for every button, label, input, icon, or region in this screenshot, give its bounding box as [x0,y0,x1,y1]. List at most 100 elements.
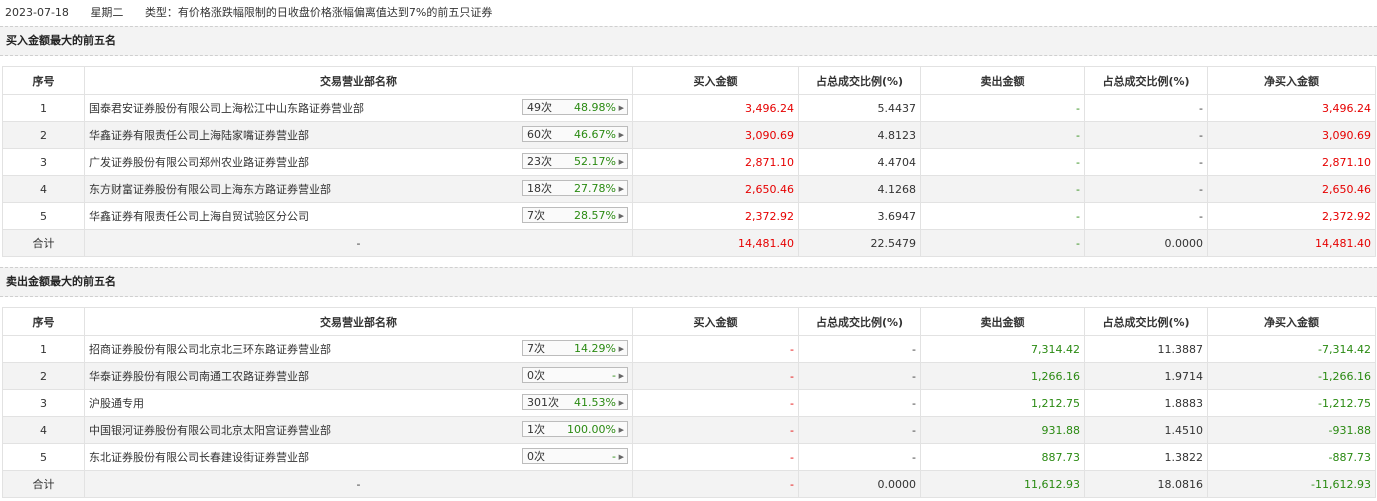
buy-table: 序号 交易营业部名称 买入金额 占总成交比例(%) 卖出金额 占总成交比例(%)… [2,66,1376,257]
row-seq: 4 [2,416,85,444]
total-sell-amount: 11,612.93 [920,470,1085,498]
count-times: 1次 [527,423,545,436]
header-bar: 2023-07-18 星期二 类型：有价格涨跌幅限制的日收盘价格涨幅偏离值达到7… [0,0,1377,26]
net-buy-amount: -887.73 [1207,443,1376,471]
branch-name[interactable]: 沪股通专用 [89,395,144,411]
count-times: 23次 [527,155,552,168]
row-seq: 3 [2,389,85,417]
total-net-buy: 14,481.40 [1207,229,1376,257]
table-row: 2 华鑫证券有限责任公司上海陆家嘴证券营业部 60次 46.67% ▶ 3,090.69 4… [2,121,1376,149]
row-seq: 4 [2,175,85,203]
row-seq: 2 [2,362,85,390]
total-sell-ratio: 0.0000 [1084,229,1208,257]
branch-name[interactable]: 中国银河证券股份有限公司北京太阳宫证券营业部 [89,422,331,438]
sell-ratio: - [1084,175,1208,203]
sell-ratio: 1.4510 [1084,416,1208,444]
branch-name[interactable]: 广发证券股份有限公司郑州农业路证券营业部 [89,154,309,170]
net-buy-amount: 2,871.10 [1207,148,1376,176]
col-buy-amount: 买入金额 [632,66,799,95]
buy-amount: - [632,389,799,417]
buy-amount: 2,650.46 [632,175,799,203]
branch-cell: 华泰证券股份有限公司南通工农路证券营业部 0次 - ▶ [84,362,633,390]
caret-right-icon: ▶ [618,158,624,166]
branch-name[interactable]: 华鑫证券有限责任公司上海自贸试验区分公司 [89,208,309,224]
branch-name[interactable]: 东方财富证券股份有限公司上海东方路证券营业部 [89,181,331,197]
count-rate: 41.53% [574,396,616,409]
sell-ratio: 11.3887 [1084,335,1208,363]
branch-name[interactable]: 国泰君安证券股份有限公司上海松江中山东路证券营业部 [89,100,364,116]
branch-cell: 国泰君安证券股份有限公司上海松江中山东路证券营业部 49次 48.98% ▶ [84,94,633,122]
date-label: 2023-07-18 [5,6,69,19]
history-count-dropdown[interactable]: 18次 27.78% ▶ [522,180,628,196]
history-count-dropdown[interactable]: 7次 28.57% ▶ [522,207,628,223]
row-seq: 5 [2,443,85,471]
history-count-dropdown[interactable]: 49次 48.98% ▶ [522,99,628,115]
buy-amount: 3,090.69 [632,121,799,149]
count-times: 301次 [527,396,559,409]
sell-ratio: - [1084,202,1208,230]
history-count-dropdown[interactable]: 23次 52.17% ▶ [522,153,628,169]
table-row: 4 中国银河证券股份有限公司北京太阳宫证券营业部 1次 100.00% ▶ - -931.8… [2,416,1376,444]
table-row: 5 东北证券股份有限公司长春建设街证券营业部 0次 - ▶ - -887.73 1.3822-… [2,443,1376,471]
history-count-dropdown[interactable]: 0次 - ▶ [522,448,628,464]
count-times: 7次 [527,209,545,222]
caret-right-icon: ▶ [618,453,624,461]
branch-cell: 中国银河证券股份有限公司北京太阳宫证券营业部 1次 100.00% ▶ [84,416,633,444]
col-net-buy: 净买入金额 [1207,307,1376,336]
branch-cell: 招商证券股份有限公司北京北三环东路证券营业部 7次 14.29% ▶ [84,335,633,363]
buy-table-header: 序号 交易营业部名称 买入金额 占总成交比例(%) 卖出金额 占总成交比例(%)… [2,66,1376,95]
total-sell-amount: - [920,229,1085,257]
branch-name[interactable]: 东北证券股份有限公司长春建设街证券营业部 [89,449,309,465]
sell-section-title: 卖出金额最大的前五名 [0,267,1377,297]
buy-ratio: 4.4704 [798,148,921,176]
count-times: 7次 [527,342,545,355]
buy-ratio: - [798,443,921,471]
caret-right-icon: ▶ [618,345,624,353]
sell-ratio: 1.3822 [1084,443,1208,471]
sell-ratio: - [1084,148,1208,176]
buy-amount: - [632,416,799,444]
sell-amount: - [920,94,1085,122]
total-row: 合计 -14,481.40 22.5479-0.0000 14,481.40 [2,229,1376,257]
history-count-dropdown[interactable]: 7次 14.29% ▶ [522,340,628,356]
total-label: 合计 [2,470,85,498]
branch-name[interactable]: 招商证券股份有限公司北京北三环东路证券营业部 [89,341,331,357]
count-rate: - [612,450,616,463]
buy-ratio: 5.4437 [798,94,921,122]
sell-ratio: 1.8883 [1084,389,1208,417]
total-buy-ratio: 22.5479 [798,229,921,257]
sell-table-header: 序号 交易营业部名称 买入金额 占总成交比例(%) 卖出金额 占总成交比例(%)… [2,307,1376,336]
history-count-dropdown[interactable]: 60次 46.67% ▶ [522,126,628,142]
row-seq: 1 [2,335,85,363]
history-count-dropdown[interactable]: 0次 - ▶ [522,367,628,383]
net-buy-amount: 2,650.46 [1207,175,1376,203]
count-times: 49次 [527,101,552,114]
sell-table: 序号 交易营业部名称 买入金额 占总成交比例(%) 卖出金额 占总成交比例(%)… [2,307,1376,498]
total-label: 合计 [2,229,85,257]
count-rate: 28.57% [574,209,616,222]
branch-name[interactable]: 华泰证券股份有限公司南通工农路证券营业部 [89,368,309,384]
sell-ratio: - [1084,94,1208,122]
buy-amount: - [632,335,799,363]
row-seq: 1 [2,94,85,122]
sell-amount: - [920,202,1085,230]
type-label: 类型：有价格涨跌幅限制的日收盘价格涨幅偏离值达到7%的前五只证券 [144,6,493,19]
sell-ratio: - [1084,121,1208,149]
table-row: 5 华鑫证券有限责任公司上海自贸试验区分公司 7次 28.57% ▶ 2,372.92 3.… [2,202,1376,230]
count-rate: 46.67% [574,128,616,141]
net-buy-amount: -931.88 [1207,416,1376,444]
branch-name[interactable]: 华鑫证券有限责任公司上海陆家嘴证券营业部 [89,127,309,143]
history-count-dropdown[interactable]: 301次 41.53% ▶ [522,394,628,410]
count-rate: 27.78% [574,182,616,195]
net-buy-amount: 3,090.69 [1207,121,1376,149]
buy-amount: - [632,362,799,390]
branch-cell: 华鑫证券有限责任公司上海自贸试验区分公司 7次 28.57% ▶ [84,202,633,230]
total-buy-amount: 14,481.40 [632,229,799,257]
total-branch: - [84,229,633,257]
count-rate: 14.29% [574,342,616,355]
table-row: 3 沪股通专用 301次 41.53% ▶ - -1,212.75 1.8883 -1,212.… [2,389,1376,417]
count-times: 0次 [527,369,545,382]
history-count-dropdown[interactable]: 1次 100.00% ▶ [522,421,628,437]
branch-cell: 沪股通专用 301次 41.53% ▶ [84,389,633,417]
count-times: 60次 [527,128,552,141]
